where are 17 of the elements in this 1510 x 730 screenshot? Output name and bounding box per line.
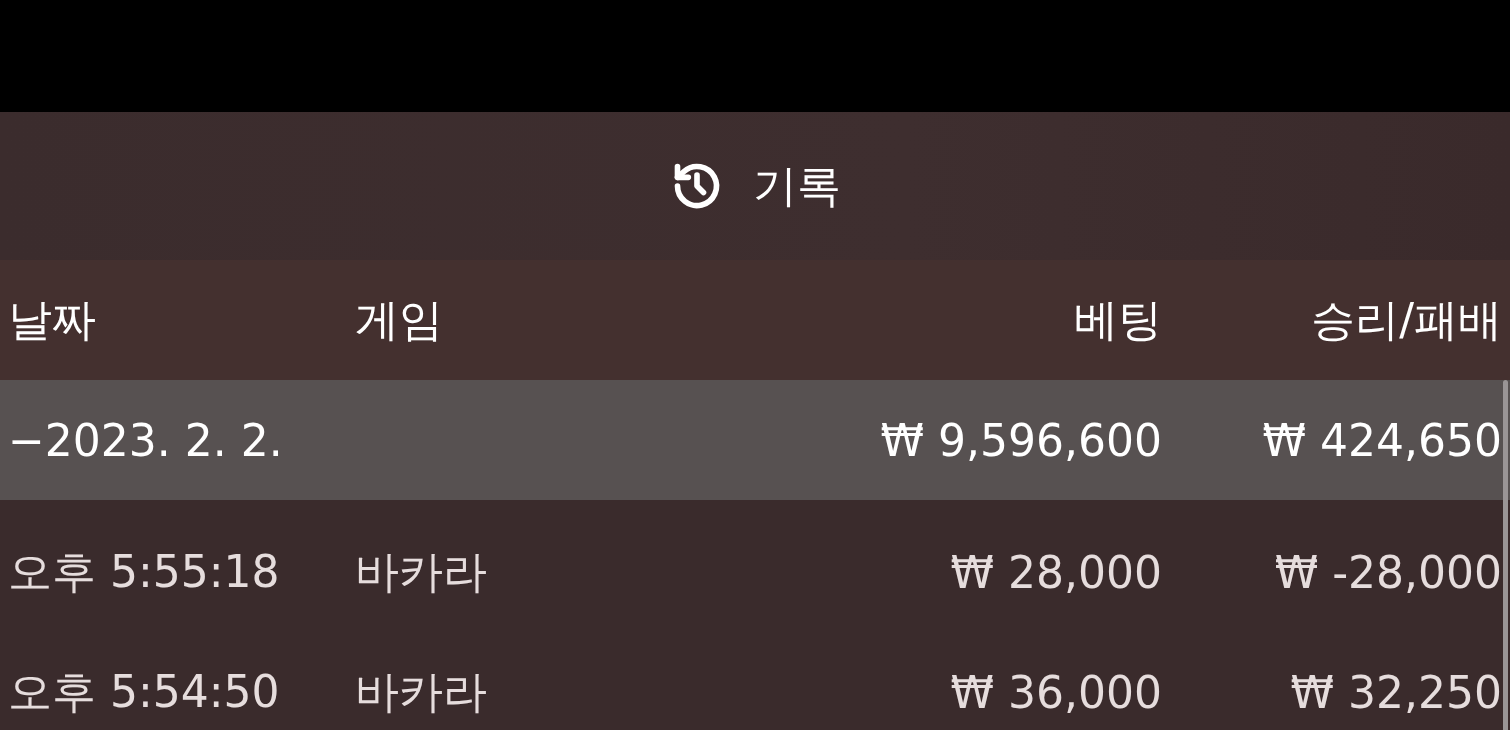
table-cell-text: ₩ 28,000 [949, 546, 1162, 598]
table-cell-text: ₩ -28,000 [1273, 546, 1502, 598]
group-date[interactable]: −2023. 2. 2. [8, 414, 355, 466]
table-cell-text: 바카라 [355, 544, 488, 599]
column-header[interactable]: 게임 [355, 290, 802, 350]
column-header[interactable]: 승리/패배 [1162, 290, 1502, 350]
table-cell-text: ₩ 32,250 [1289, 666, 1502, 718]
screen-title: 기록 [753, 158, 841, 213]
column-header[interactable]: 날짜 [8, 290, 355, 350]
table-cell-text: ₩ 9,596,600 [879, 414, 1162, 466]
table-cell-text: ₩ 424,650 [1261, 414, 1502, 466]
table-cell-text: 오후 5:54:50 [8, 664, 281, 719]
scrollbar[interactable] [1503, 380, 1508, 730]
table-cell-text: 오후 5:55:18 [8, 544, 281, 599]
table-cell-text: 바카라 [355, 664, 488, 719]
table-cell-text: ₩ 36,000 [949, 666, 1162, 718]
column-header[interactable]: 베팅 [802, 290, 1162, 350]
